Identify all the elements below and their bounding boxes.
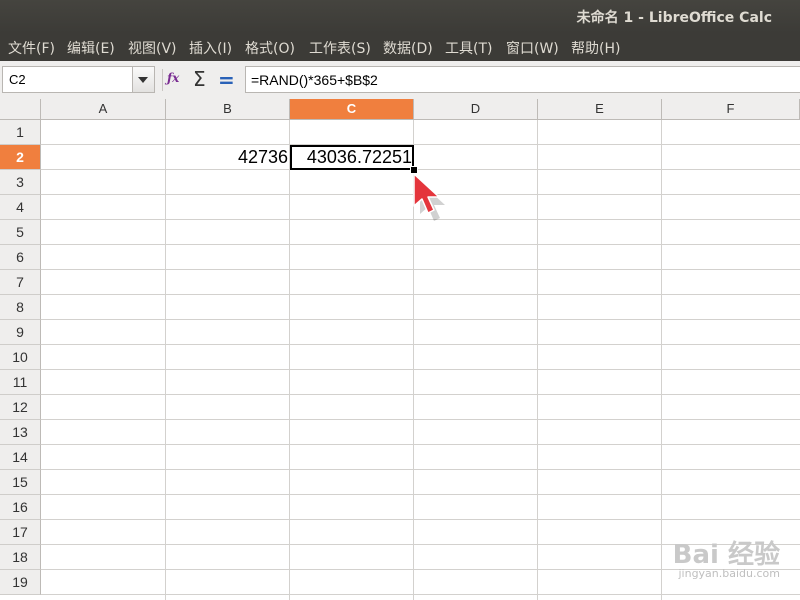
grid-line: [41, 494, 800, 495]
row-header[interactable]: 16: [0, 495, 41, 520]
row-header[interactable]: 7: [0, 270, 41, 295]
menu-format[interactable]: 格式(O): [245, 38, 295, 58]
menu-insert[interactable]: 插入(I): [189, 38, 232, 58]
menu-view[interactable]: 视图(V): [128, 38, 177, 58]
watermark: Bai 经验 jingyan.baidu.com: [673, 534, 780, 580]
grid-line: [289, 120, 290, 600]
spreadsheet-grid[interactable]: A B C D E F 1 2 3 4 5 6 7 8 9 10 11 12 1…: [0, 99, 800, 600]
column-header-c[interactable]: C: [290, 99, 414, 120]
menu-sheet[interactable]: 工作表(S): [309, 38, 371, 58]
row-header[interactable]: 12: [0, 395, 41, 420]
name-box[interactable]: C2: [2, 66, 133, 93]
toolbar-separator: [162, 69, 163, 91]
grid-line: [41, 394, 800, 395]
grid-line: [41, 469, 800, 470]
row-header[interactable]: 1: [0, 120, 41, 145]
grid-line: [41, 594, 800, 595]
row-header[interactable]: 6: [0, 245, 41, 270]
grid-line: [661, 120, 662, 600]
sum-icon[interactable]: Σ: [193, 67, 206, 91]
grid-line: [41, 344, 800, 345]
row-header[interactable]: 19: [0, 570, 41, 595]
grid-line: [41, 419, 800, 420]
menu-tools[interactable]: 工具(T): [445, 38, 492, 58]
row-header[interactable]: 4: [0, 195, 41, 220]
menu-data[interactable]: 数据(D): [383, 38, 433, 58]
menu-help[interactable]: 帮助(H): [571, 38, 620, 58]
column-header-f[interactable]: F: [662, 99, 800, 120]
grid-line: [537, 120, 538, 600]
row-header[interactable]: 11: [0, 370, 41, 395]
menu-bar: 文件(F) 编辑(E) 视图(V) 插入(I) 格式(O) 工作表(S) 数据(…: [0, 33, 800, 61]
row-header[interactable]: 13: [0, 420, 41, 445]
row-header[interactable]: 18: [0, 545, 41, 570]
function-wizard-icon[interactable]: ƒx: [167, 71, 179, 85]
formula-toolbar: C2 ƒx Σ = =RAND()*365+$B$2: [0, 61, 800, 100]
mouse-pointer-icon: [413, 173, 445, 221]
row-header[interactable]: 5: [0, 220, 41, 245]
grid-line: [165, 120, 166, 600]
column-header-b[interactable]: B: [166, 99, 290, 120]
column-header-a[interactable]: A: [41, 99, 166, 120]
grid-line: [41, 144, 800, 145]
window-title: 未命名 1 - LibreOffice Calc: [576, 10, 772, 26]
menu-edit[interactable]: 编辑(E): [67, 38, 115, 58]
grid-line: [41, 444, 800, 445]
name-box-dropdown[interactable]: [133, 66, 155, 93]
grid-line: [41, 319, 800, 320]
column-header-e[interactable]: E: [538, 99, 662, 120]
row-header[interactable]: 8: [0, 295, 41, 320]
grid-line: [41, 244, 800, 245]
row-header[interactable]: 9: [0, 320, 41, 345]
row-header[interactable]: 3: [0, 170, 41, 195]
chevron-down-icon: [138, 77, 148, 83]
grid-line: [41, 369, 800, 370]
grid-line: [41, 294, 800, 295]
formula-icon[interactable]: =: [218, 68, 235, 92]
row-header[interactable]: 14: [0, 445, 41, 470]
watermark-sub: jingyan.baidu.com: [678, 567, 780, 580]
menu-window[interactable]: 窗口(W): [506, 38, 559, 58]
cell-b2[interactable]: 42736: [166, 145, 290, 170]
row-header[interactable]: 2: [0, 145, 41, 170]
row-header[interactable]: 15: [0, 470, 41, 495]
select-all-corner[interactable]: [0, 99, 41, 120]
cell-cursor: [290, 145, 414, 170]
watermark-main: Bai 经验: [672, 540, 780, 570]
title-bar: 未命名 1 - LibreOffice Calc: [0, 0, 800, 33]
menu-file[interactable]: 文件(F): [8, 38, 55, 58]
formula-input[interactable]: =RAND()*365+$B$2: [245, 66, 800, 93]
row-header[interactable]: 10: [0, 345, 41, 370]
grid-line: [41, 519, 800, 520]
column-header-d[interactable]: D: [414, 99, 538, 120]
row-header[interactable]: 17: [0, 520, 41, 545]
grid-line: [41, 269, 800, 270]
